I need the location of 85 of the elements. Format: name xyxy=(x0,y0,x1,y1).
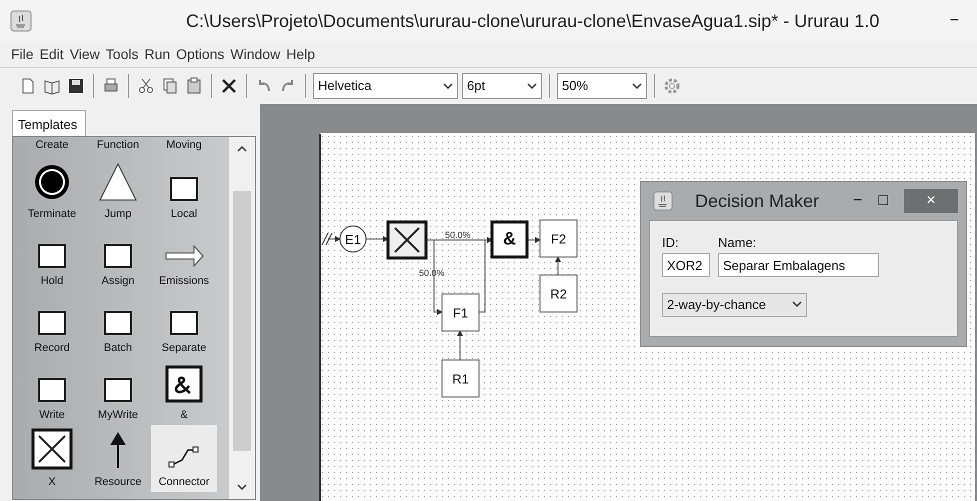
node-label: F1 xyxy=(452,306,468,320)
template-label[interactable]: Resource xyxy=(94,474,142,490)
decision-node xyxy=(386,220,428,260)
rectangle-icon[interactable] xyxy=(169,310,199,336)
template-label[interactable]: Assign xyxy=(101,272,135,289)
node-label: R2 xyxy=(550,286,567,302)
minimize-button[interactable]: − xyxy=(844,189,870,213)
menu-item[interactable]: Run xyxy=(141,44,174,65)
node-label: & xyxy=(503,228,516,248)
template-label[interactable]: Write xyxy=(39,406,65,423)
java-icon xyxy=(653,191,673,211)
template-label[interactable]: & xyxy=(180,406,188,423)
window-title: C:\Users\Projeto\Documents\ururau-clone\ururau-clone\EnvaseAgua1.sip* - Ururau 1.0 xyxy=(186,10,880,33)
name-field[interactable]: Separar Embalagens xyxy=(718,252,879,276)
save-icon[interactable] xyxy=(66,76,86,96)
template-label[interactable]: Local xyxy=(170,206,198,222)
maximize-button[interactable]: □ xyxy=(870,189,896,213)
rectangle-icon[interactable] xyxy=(103,310,133,336)
minimize-button[interactable]: − xyxy=(942,9,967,33)
template-label[interactable]: Emissions xyxy=(158,272,210,289)
function-node xyxy=(442,360,480,398)
zoom-dropdown[interactable]: 50% xyxy=(557,73,647,99)
cut-icon[interactable] xyxy=(136,76,156,96)
id-label: ID: xyxy=(662,234,680,252)
template-label[interactable]: MyWrite xyxy=(98,406,138,423)
mode-dropdown[interactable]: 2-way-by-chance xyxy=(662,292,807,316)
menu-item[interactable]: File xyxy=(8,44,37,65)
rectangle-icon[interactable] xyxy=(37,376,67,402)
up-arrow-icon[interactable] xyxy=(108,430,128,470)
scroll-down-icon[interactable] xyxy=(237,483,247,491)
connector-icon[interactable] xyxy=(167,444,201,470)
node-label: F2 xyxy=(550,232,566,246)
ampersand-box-icon[interactable] xyxy=(165,364,203,402)
connector-arrow xyxy=(328,236,341,242)
rectangle-icon[interactable] xyxy=(103,242,133,268)
arrow-icon[interactable] xyxy=(164,242,204,268)
caret-icon xyxy=(443,82,453,90)
join-node xyxy=(490,220,528,258)
x-box-icon[interactable] xyxy=(31,428,73,470)
name-label: Name: xyxy=(718,234,758,252)
template-label[interactable]: Batch xyxy=(104,340,132,356)
scroll-up-icon[interactable] xyxy=(237,145,247,153)
function-node xyxy=(540,274,578,312)
close-button[interactable]: × xyxy=(904,189,958,213)
connector-arrow xyxy=(457,330,463,360)
template-label[interactable]: Jump xyxy=(104,206,132,222)
java-icon xyxy=(10,10,32,32)
template-label[interactable]: X xyxy=(48,474,56,490)
menu-item[interactable]: Window xyxy=(227,44,284,65)
caret-icon xyxy=(632,82,642,90)
template-label[interactable]: Hold xyxy=(40,272,64,289)
triangle-icon[interactable] xyxy=(98,162,138,202)
caret-icon xyxy=(792,301,802,308)
template-label[interactable]: Create xyxy=(35,137,69,154)
id-field[interactable]: XOR2 xyxy=(662,252,710,276)
menu-item[interactable]: Tools xyxy=(102,44,142,65)
rectangle-icon[interactable] xyxy=(37,310,67,336)
template-label[interactable]: Terminate xyxy=(28,206,76,222)
connector-arrow xyxy=(526,237,541,243)
template-label[interactable]: Connector xyxy=(158,474,210,490)
node-label: E1 xyxy=(345,232,361,247)
function-node xyxy=(540,220,578,258)
menu-item[interactable]: View xyxy=(66,44,103,65)
scrollbar[interactable] xyxy=(229,137,255,499)
caret-icon xyxy=(527,82,537,90)
font-dropdown[interactable]: Helvetica xyxy=(313,73,458,99)
probability-label: 50.0% xyxy=(445,230,471,240)
template-label[interactable]: Separate xyxy=(162,340,206,356)
menu-item[interactable]: Edit xyxy=(36,44,67,65)
entry-node xyxy=(340,226,366,252)
function-node xyxy=(442,294,480,332)
template-label[interactable]: Function xyxy=(96,137,140,154)
font-size-dropdown[interactable]: 6pt xyxy=(462,73,542,99)
rectangle-icon[interactable] xyxy=(169,176,199,202)
dialog-title: Decision Maker xyxy=(695,190,820,212)
templates-tab[interactable]: Templates xyxy=(12,110,86,136)
rectangle-icon[interactable] xyxy=(103,376,133,402)
menu-item[interactable]: Options xyxy=(173,44,228,65)
connector-arrow xyxy=(555,256,561,276)
rectangle-icon[interactable] xyxy=(37,242,67,268)
connector-arrow xyxy=(366,236,389,242)
menu-item[interactable]: Help xyxy=(283,44,318,65)
template-label[interactable]: Record xyxy=(34,340,70,356)
node-label: R1 xyxy=(452,372,469,386)
template-label[interactable]: Moving xyxy=(166,137,202,154)
